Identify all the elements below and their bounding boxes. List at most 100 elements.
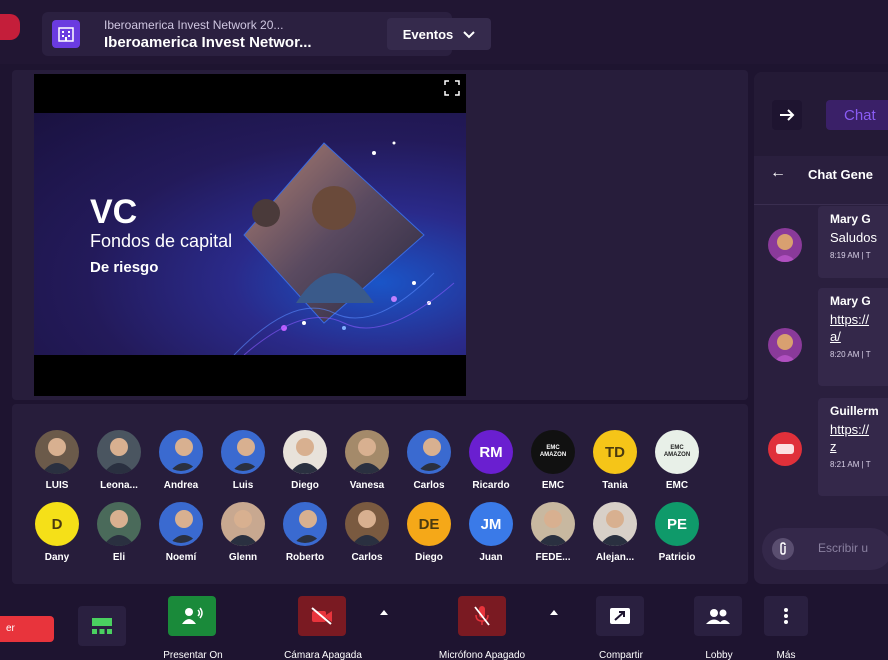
present-button[interactable] xyxy=(168,596,216,636)
share-button[interactable] xyxy=(596,596,644,636)
avatar: EMC AMAZON xyxy=(531,430,575,474)
message-author: Mary G xyxy=(830,212,871,226)
message-link[interactable]: z xyxy=(830,439,888,454)
chat-channel-header[interactable]: ← Chat Gene xyxy=(754,164,888,188)
avatar: EMC AMAZON xyxy=(655,430,699,474)
camera-options-caret[interactable] xyxy=(380,610,388,615)
attach-icon[interactable] xyxy=(772,538,794,560)
avatar xyxy=(531,502,575,546)
avatar xyxy=(159,430,203,474)
avatar-initials: EMC AMAZON xyxy=(663,445,691,458)
participant-tile[interactable]: D Dany xyxy=(32,502,82,563)
event-subtitle: Iberoamerica Invest Network 20... xyxy=(104,18,284,32)
chat-panel: Chat ← Chat Gene Mary G Saludos 8:19 AM … xyxy=(754,72,888,584)
top-bar: Iberoamerica Invest Network 20... Iberoa… xyxy=(0,0,888,64)
avatar xyxy=(407,430,451,474)
participant-tile[interactable]: Noemí xyxy=(156,502,206,563)
avatar-initials: EMC AMAZON xyxy=(539,445,567,458)
message-time: 8:19 AM | T xyxy=(830,251,871,260)
avatar: JM xyxy=(469,502,513,546)
participant-tile[interactable]: Carlos xyxy=(342,502,392,563)
avatar xyxy=(768,432,802,466)
avatar xyxy=(35,430,79,474)
participant-tile[interactable]: RM Ricardo xyxy=(466,430,516,491)
avatar-initials: JM xyxy=(480,515,502,533)
participant-tile[interactable]: Luis xyxy=(218,430,268,491)
building-icon xyxy=(52,20,80,48)
chat-input[interactable]: Escribir u xyxy=(818,541,868,555)
chat-message: Mary G https:// a/ 8:20 AM | T xyxy=(818,288,888,386)
participant-name: Ricardo xyxy=(472,480,510,491)
leave-button[interactable]: er xyxy=(0,616,54,642)
participant-tile[interactable]: LUIS xyxy=(32,430,82,491)
lobby-label: Lobby xyxy=(705,650,733,660)
microphone-label: Micrófono Apagado xyxy=(438,650,526,660)
participant-tile[interactable]: Glenn xyxy=(218,502,268,563)
participant-tile[interactable]: Leona... xyxy=(94,430,144,491)
participant-name: Diego xyxy=(291,480,319,491)
participant-tile[interactable]: Diego xyxy=(280,430,330,491)
participant-tile[interactable]: EMC AMAZON EMC xyxy=(652,430,702,491)
participant-tile[interactable]: Carlos xyxy=(404,430,454,491)
microphone-button[interactable] xyxy=(458,596,506,636)
avatar: DE xyxy=(407,502,451,546)
avatar xyxy=(345,502,389,546)
participant-tile[interactable]: Andrea xyxy=(156,430,206,491)
avatar-initials: D xyxy=(51,515,63,533)
events-button-label: Eventos xyxy=(402,26,454,42)
participant-tile[interactable]: TD Tania xyxy=(590,430,640,491)
avatar xyxy=(768,328,802,362)
avatar xyxy=(159,502,203,546)
chat-composer[interactable]: Escribir u xyxy=(762,528,888,570)
message-text: Saludos xyxy=(830,230,877,245)
participant-name: Alejan... xyxy=(595,552,635,563)
participant-tile[interactable]: PE Patricio xyxy=(652,502,702,563)
camera-button[interactable] xyxy=(298,596,346,636)
event-title: Iberoamerica Invest Networ... xyxy=(104,34,312,51)
presentation-slide: VC Fondos de capital De riesgo xyxy=(34,113,466,355)
arrow-left-icon[interactable]: ← xyxy=(770,164,786,182)
divider xyxy=(754,204,888,205)
chat-channel-name: Chat Gene xyxy=(808,167,874,182)
slide-title: VC xyxy=(90,193,138,231)
lobby-button[interactable] xyxy=(694,596,742,636)
message-author: Mary G xyxy=(830,294,871,308)
participant-tile[interactable]: JM Juan xyxy=(466,502,516,563)
participant-tile[interactable]: Alejan... xyxy=(590,502,640,563)
participant-tile[interactable]: Vanesa xyxy=(342,430,392,491)
participant-name: Glenn xyxy=(228,552,258,563)
tab-chat[interactable]: Chat xyxy=(826,100,888,130)
collapse-panel-button[interactable] xyxy=(772,100,802,130)
participant-tile[interactable]: Eli xyxy=(94,502,144,563)
participant-name: Tania xyxy=(602,480,628,491)
participant-tile[interactable]: EMC AMAZON EMC xyxy=(528,430,578,491)
participant-name: Diego xyxy=(415,552,443,563)
participant-name: Andrea xyxy=(163,480,199,491)
participant-name: EMC xyxy=(665,480,689,491)
events-dropdown-button[interactable]: Eventos xyxy=(387,18,491,50)
chat-panel-header: Chat xyxy=(754,72,888,156)
participant-tile[interactable]: Roberto xyxy=(280,502,330,563)
event-selector[interactable]: Iberoamerica Invest Network 20... Iberoa… xyxy=(42,12,491,56)
participant-name: Eli xyxy=(112,552,126,563)
participant-name: LUIS xyxy=(45,480,69,491)
avatar: TD xyxy=(593,430,637,474)
message-link[interactable]: a/ xyxy=(830,329,888,344)
microphone-options-caret[interactable] xyxy=(550,610,558,615)
message-time: 8:20 AM | T xyxy=(830,350,871,359)
participant-name: FEDE... xyxy=(535,552,571,563)
record-indicator xyxy=(0,14,20,40)
participant-name: Leona... xyxy=(100,480,138,491)
participant-tile[interactable]: DE Diego xyxy=(404,502,454,563)
avatar-initials: DE xyxy=(418,515,440,533)
more-button[interactable] xyxy=(764,596,808,636)
participant-name: Luis xyxy=(232,480,254,491)
message-link[interactable]: https:// xyxy=(830,422,888,437)
app-root: Iberoamerica Invest Network 20... Iberoa… xyxy=(0,0,888,660)
camera-label: Cámara Apagada xyxy=(284,650,362,660)
message-link[interactable]: https:// xyxy=(830,312,888,327)
participant-tile[interactable]: FEDE... xyxy=(528,502,578,563)
layout-button[interactable] xyxy=(78,606,126,646)
avatar xyxy=(221,502,265,546)
fullscreen-icon[interactable] xyxy=(444,80,460,96)
